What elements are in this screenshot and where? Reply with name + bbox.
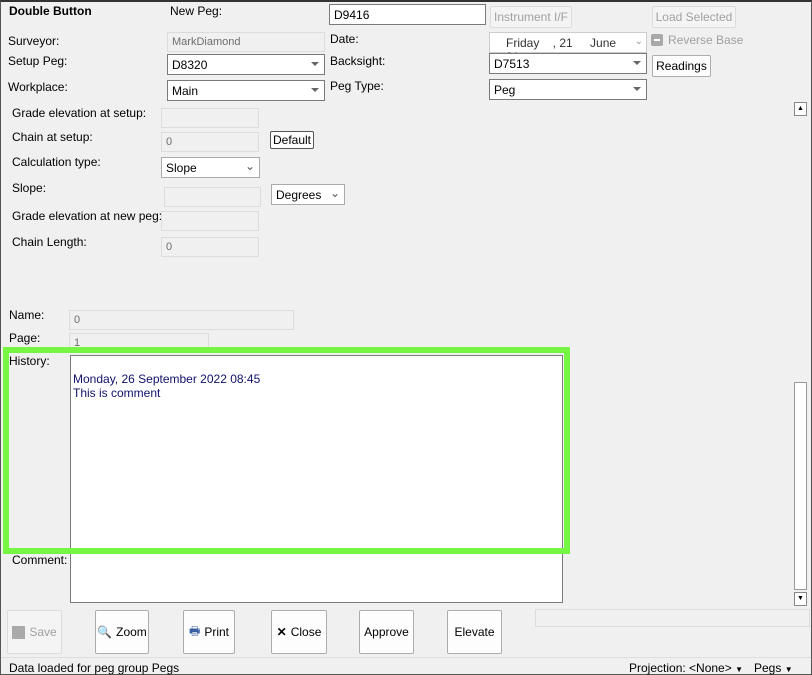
slope-unit-select[interactable]: Degrees ⌄	[271, 184, 345, 205]
date-picker[interactable]: Friday , 21 June 2( ⌄	[489, 32, 647, 64]
comment-textarea[interactable]	[70, 553, 563, 603]
dropdown-arrow-icon	[311, 62, 319, 66]
peg-type-select[interactable]: Peg	[489, 79, 647, 100]
instrument-if-button[interactable]: Instrument I/F	[490, 6, 572, 28]
scroll-down-icon[interactable]: ▼	[794, 592, 807, 606]
history-highlight	[3, 347, 570, 554]
dropdown-arrow-icon: ▼	[784, 665, 793, 674]
workplace-value: Main	[172, 84, 199, 98]
calc-type-label: Calculation type:	[12, 155, 101, 169]
chain-setup-label: Chain at setup:	[12, 130, 93, 144]
printer-icon: 🖶	[188, 623, 201, 638]
print-label: Print	[204, 625, 229, 639]
setup-peg-label: Setup Peg:	[8, 54, 68, 68]
backsight-select[interactable]: D7513	[489, 53, 647, 74]
save-button[interactable]: Save	[7, 610, 62, 654]
new-peg-input[interactable]: D9416	[329, 4, 486, 25]
elevate-button[interactable]: Elevate	[447, 610, 502, 654]
dropdown-arrow-icon: ▼	[735, 665, 743, 674]
backsight-label: Backsight:	[330, 54, 386, 68]
save-icon	[12, 625, 26, 639]
load-selected-button[interactable]: Load Selected	[652, 6, 736, 28]
save-label: Save	[29, 625, 57, 639]
grade-new-field	[161, 211, 259, 231]
backsight-value: D7513	[494, 57, 530, 71]
status-message: Data loaded for peg group Pegs	[9, 661, 180, 675]
date-label: Date:	[330, 32, 359, 46]
page-label: Page:	[9, 331, 41, 345]
magnifier-icon: 🔍	[97, 625, 113, 639]
name-label: Name:	[9, 308, 45, 322]
reverse-base-label: Reverse Base	[668, 33, 744, 47]
progress-bar	[535, 609, 810, 627]
zoom-button[interactable]: 🔍 Zoom	[95, 610, 149, 654]
comment-label: Comment:	[12, 553, 68, 567]
status-divider	[1, 657, 811, 658]
form-title: Double Button	[9, 4, 92, 18]
date-date: , 21	[552, 36, 573, 50]
reverse-base-checkbox[interactable]	[651, 34, 663, 46]
default-button[interactable]: Default	[270, 131, 314, 149]
peg-group-label: Pegs	[754, 661, 782, 675]
grade-new-label: Grade elevation at new peg:	[12, 209, 163, 223]
slope-field	[164, 187, 261, 207]
name-field: 0	[69, 310, 294, 330]
approve-button[interactable]: Approve	[359, 610, 414, 654]
chain-length-field: 0	[161, 237, 259, 257]
dropdown-arrow-icon	[633, 61, 641, 65]
peg-group-dropdown[interactable]: Pegs ▼	[754, 661, 793, 675]
vertical-scrollbar[interactable]: ▲ ▼	[793, 102, 808, 607]
setup-peg-select[interactable]: D8320	[167, 54, 325, 75]
readings-button[interactable]: Readings	[652, 55, 711, 77]
projection-label: Projection: <None>	[629, 661, 732, 675]
projection-dropdown[interactable]: Projection: <None> ▼	[629, 661, 743, 675]
peg-type-label: Peg Type:	[330, 79, 384, 93]
workplace-select[interactable]: Main	[167, 80, 325, 101]
dropdown-arrow-icon	[311, 88, 319, 92]
setup-peg-value: D8320	[172, 58, 208, 72]
close-button[interactable]: ✕ Close	[271, 610, 327, 654]
new-peg-label: New Peg:	[170, 4, 223, 18]
chain-length-label: Chain Length:	[12, 235, 87, 249]
slope-label: Slope:	[12, 181, 47, 195]
chain-setup-field: 0	[161, 132, 259, 152]
scrollbar-thumb[interactable]	[794, 382, 807, 590]
grade-setup-field	[161, 108, 259, 128]
print-button[interactable]: 🖶 Print	[183, 610, 235, 654]
grade-setup-label: Grade elevation at setup:	[12, 106, 147, 120]
chevron-down-icon: ⌄	[244, 159, 255, 173]
chevron-down-icon: ⌄	[329, 186, 340, 200]
slope-unit-value: Degrees	[276, 188, 322, 202]
workplace-label: Workplace:	[8, 80, 68, 94]
surveyor-field: MarkDiamond	[167, 32, 325, 52]
surveyor-label: Surveyor:	[8, 34, 60, 48]
close-icon: ✕	[276, 625, 287, 639]
calc-type-value: Slope	[166, 161, 197, 175]
calc-type-select[interactable]: Slope ⌄	[161, 157, 260, 178]
chevron-down-icon: ⌄	[634, 36, 643, 47]
date-day: Friday	[506, 36, 540, 50]
peg-type-value: Peg	[494, 83, 516, 97]
date-month: June	[590, 36, 617, 50]
dropdown-arrow-icon	[633, 87, 641, 91]
close-label: Close	[290, 625, 322, 639]
scroll-up-icon[interactable]: ▲	[794, 102, 807, 116]
zoom-label: Zoom	[116, 625, 147, 639]
